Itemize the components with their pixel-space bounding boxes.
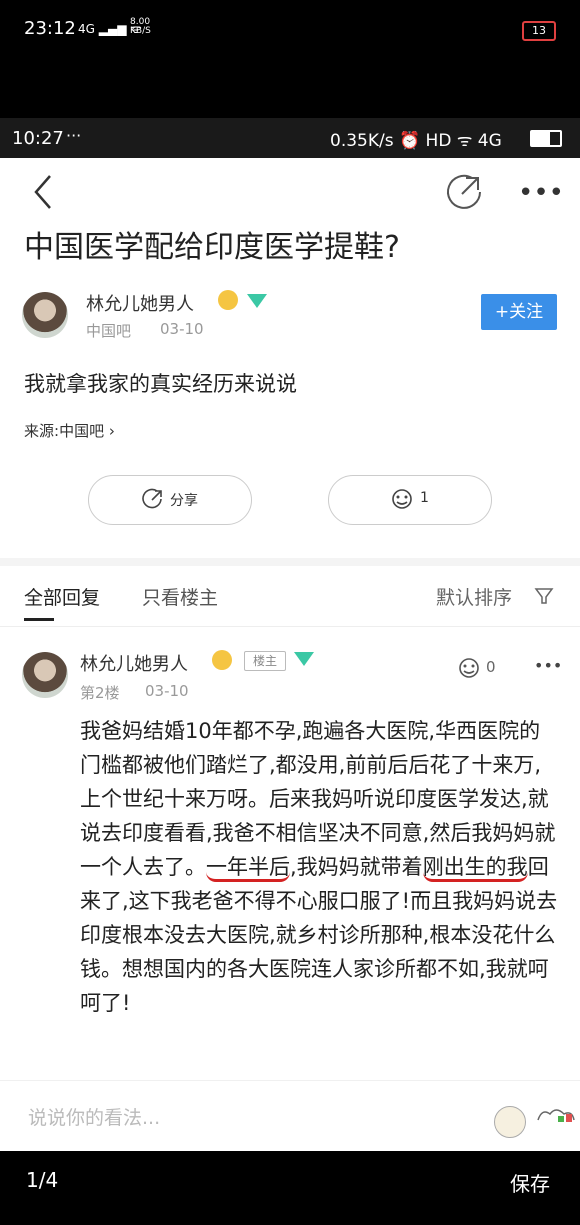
- follow-button[interactable]: +关注: [481, 294, 557, 330]
- filter-icon[interactable]: [534, 586, 554, 606]
- network-speed: 8.00 KB/S: [130, 18, 151, 36]
- reply-like-count: 0: [486, 658, 496, 676]
- vip-gem-icon: [247, 294, 267, 308]
- post-forum[interactable]: 中国吧: [86, 320, 131, 341]
- author-avatar[interactable]: [22, 292, 68, 338]
- source-label: 来源:: [24, 422, 60, 440]
- reply-text-part: ,我妈妈就带着: [290, 855, 423, 879]
- image-pager: 1/4: [26, 1168, 59, 1192]
- source-name: 中国吧: [59, 422, 105, 440]
- owner-badge: 楼主: [244, 651, 286, 671]
- post-body: 我就拿我家的真实经历来说说: [24, 372, 297, 396]
- share-label: 分享: [170, 493, 198, 509]
- reply-date: 03-10: [145, 682, 189, 700]
- comment-input[interactable]: 说说你的看法...: [28, 1103, 160, 1130]
- post-title: 中国医学配给印度医学提鞋?: [24, 230, 400, 265]
- reply-more-icon[interactable]: •••: [534, 656, 562, 675]
- tabs-divider: [0, 626, 580, 627]
- reply-like-icon[interactable]: [456, 656, 482, 680]
- tab-owner-only[interactable]: 只看楼主: [142, 583, 218, 610]
- share-icon[interactable]: [444, 172, 484, 212]
- notification-dots: ···: [66, 126, 82, 145]
- inner-status-right: 0.35K/s ⏰ HD ᯤ 4G: [330, 131, 502, 151]
- outer-status-time: 23:12: [24, 18, 76, 39]
- chevron-right-icon: ›: [108, 422, 115, 440]
- post-date: 03-10: [160, 320, 204, 338]
- share-small-icon: [142, 488, 162, 509]
- inner-status-time: 10:27: [12, 128, 64, 149]
- back-arrow-icon[interactable]: [30, 170, 60, 214]
- more-options-icon[interactable]: •••: [518, 178, 564, 208]
- section-separator: [0, 558, 580, 566]
- sort-dropdown[interactable]: 默认排序: [436, 583, 512, 610]
- tab-all-replies[interactable]: 全部回复: [24, 583, 100, 610]
- battery-icon: 13: [522, 21, 556, 41]
- save-button[interactable]: 保存: [510, 1168, 550, 1197]
- author-name[interactable]: 林允儿她男人: [86, 290, 194, 316]
- active-tab-indicator: [24, 618, 54, 621]
- post-source[interactable]: 来源:中国吧 ›: [24, 420, 115, 441]
- inner-battery-icon: [530, 130, 562, 147]
- reply-level-emoji-icon: [212, 650, 232, 670]
- red-underline-mark: 一年半后: [206, 855, 290, 882]
- reply-content: 我爸妈结婚10年都不孕,跑遍各大医院,华西医院的门槛都被他们踏烂了,都没用,前前…: [80, 714, 560, 1020]
- reply-author-name[interactable]: 林允儿她男人: [80, 650, 188, 676]
- sticker-icon[interactable]: [536, 1104, 576, 1124]
- like-face-icon: [392, 489, 412, 509]
- speed-unit: KB/S: [130, 26, 151, 36]
- reply-vip-gem-icon: [294, 652, 314, 666]
- like-count: 1: [420, 490, 429, 506]
- emoji-face-icon[interactable]: [494, 1106, 526, 1138]
- network-type: 4G: [78, 22, 95, 36]
- red-underline-mark: 刚出生的我: [422, 855, 528, 882]
- reply-author-avatar[interactable]: [22, 652, 68, 698]
- level-emoji-icon: [218, 290, 238, 310]
- reply-floor: 第2楼: [80, 684, 120, 702]
